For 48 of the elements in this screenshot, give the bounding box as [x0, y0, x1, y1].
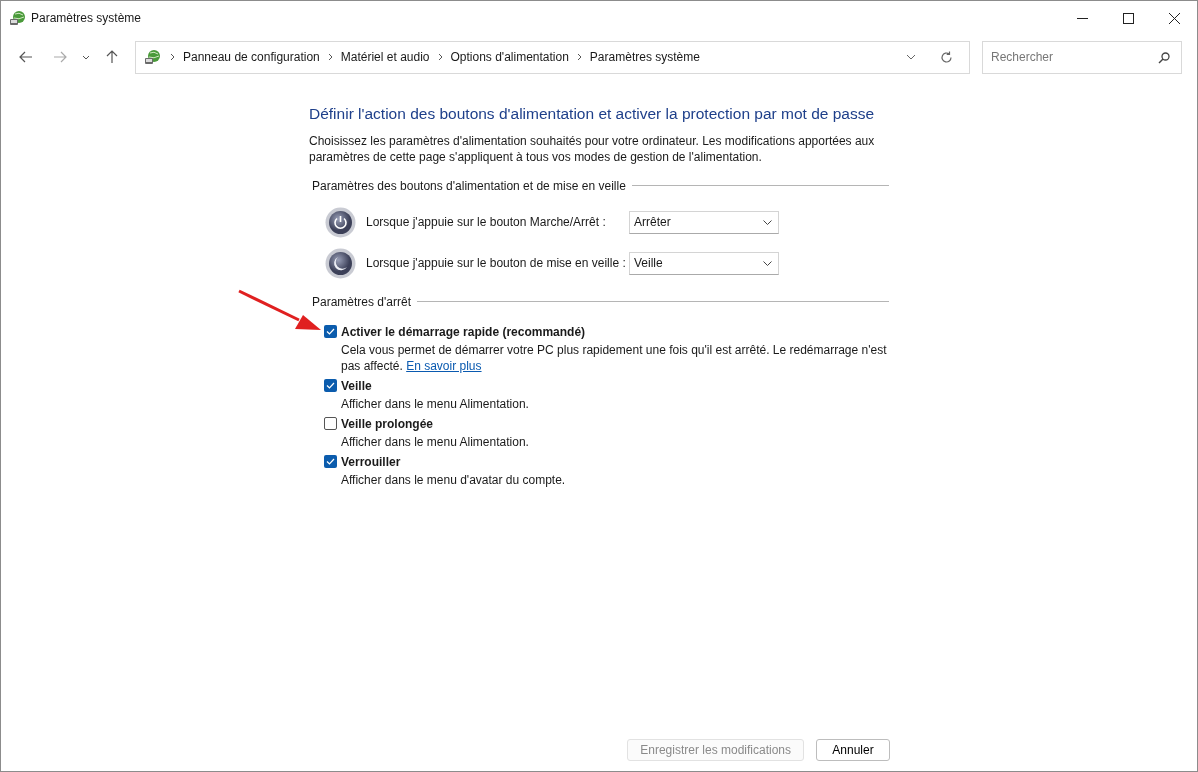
setting-label: Lorsque j'appuie sur le bouton Marche/Arrêt : — [365, 214, 607, 232]
chevron-icon — [170, 53, 175, 61]
close-icon — [1168, 12, 1180, 24]
address-bar[interactable]: Panneau de configuration Matériel et audio Options d'alimentation Paramètres système — [135, 40, 970, 74]
cancel-button[interactable]: Annuler — [816, 739, 890, 761]
option-description: Afficher dans le menu Alimentation. — [341, 395, 530, 412]
arrow-right-icon — [53, 51, 67, 63]
checkbox[interactable] — [324, 325, 337, 339]
action-dropdown[interactable]: Veille — [629, 251, 779, 275]
option-label: Activer le démarrage rapide (recommandé) — [341, 323, 586, 341]
checkbox[interactable] — [324, 455, 337, 469]
action-dropdown[interactable]: Arrêter — [629, 210, 779, 234]
arrow-up-icon — [106, 50, 118, 64]
intro-text: Choisissez les paramètres d'alimentation souhaités pour votre ordinateur. Les modifications apportées aux paramètres de cette page s'appliquent à tous vos modes de gestion de l'alimentation. — [309, 132, 876, 165]
arrow-left-icon — [19, 51, 33, 63]
option-description: Cela vous permet de démarrer votre PC plus rapidement une fois qu'il est arrêté. Le redémarrage n'est pas affecté. En savoir plus — [341, 341, 888, 374]
chevron-icon — [327, 53, 333, 61]
chevron-down-icon — [82, 54, 90, 60]
checkbox[interactable] — [324, 417, 337, 431]
option-description: Afficher dans le menu Alimentation. — [341, 433, 530, 450]
control-panel-icon — [9, 9, 27, 27]
power-icon — [325, 206, 356, 238]
learn-more-link[interactable]: En savoir plus — [406, 358, 482, 373]
moon-icon — [325, 247, 356, 279]
breadcrumb-item[interactable]: Panneau de configuration — [183, 48, 320, 66]
checkbox[interactable] — [324, 379, 337, 393]
control-panel-icon — [144, 48, 162, 66]
search-field[interactable]: Rechercher — [982, 40, 1182, 74]
section-title: Paramètres d'arrêt — [311, 293, 411, 311]
dropdown-chevron-icon[interactable] — [906, 54, 916, 60]
page-heading: Définir l'action des boutons d'alimentation et activer la protection par mot de passe — [309, 105, 876, 124]
refresh-icon[interactable] — [940, 50, 953, 64]
chevron-down-icon — [763, 260, 772, 266]
search-icon[interactable] — [1158, 51, 1170, 64]
window-title: Paramètres système — [31, 10, 143, 27]
section-title: Paramètres des boutons d'alimentation et de mise en veille — [311, 177, 626, 195]
option-label: Verrouiller — [341, 453, 401, 471]
breadcrumb-item[interactable]: Options d'alimentation — [450, 48, 569, 66]
option-label: Veille — [341, 377, 372, 395]
breadcrumb-item[interactable]: Paramètres système — [589, 48, 700, 66]
breadcrumb-item[interactable]: Matériel et audio — [340, 48, 430, 66]
chevron-icon — [437, 53, 443, 61]
chevron-down-icon — [763, 219, 772, 225]
option-description: Afficher dans le menu d'avatar du compte. — [341, 471, 567, 488]
option-label: Veille prolongée — [341, 415, 434, 433]
chevron-icon — [576, 53, 582, 61]
maximize-icon — [1122, 12, 1134, 24]
setting-label: Lorsque j'appuie sur le bouton de mise en veille : — [365, 255, 627, 273]
